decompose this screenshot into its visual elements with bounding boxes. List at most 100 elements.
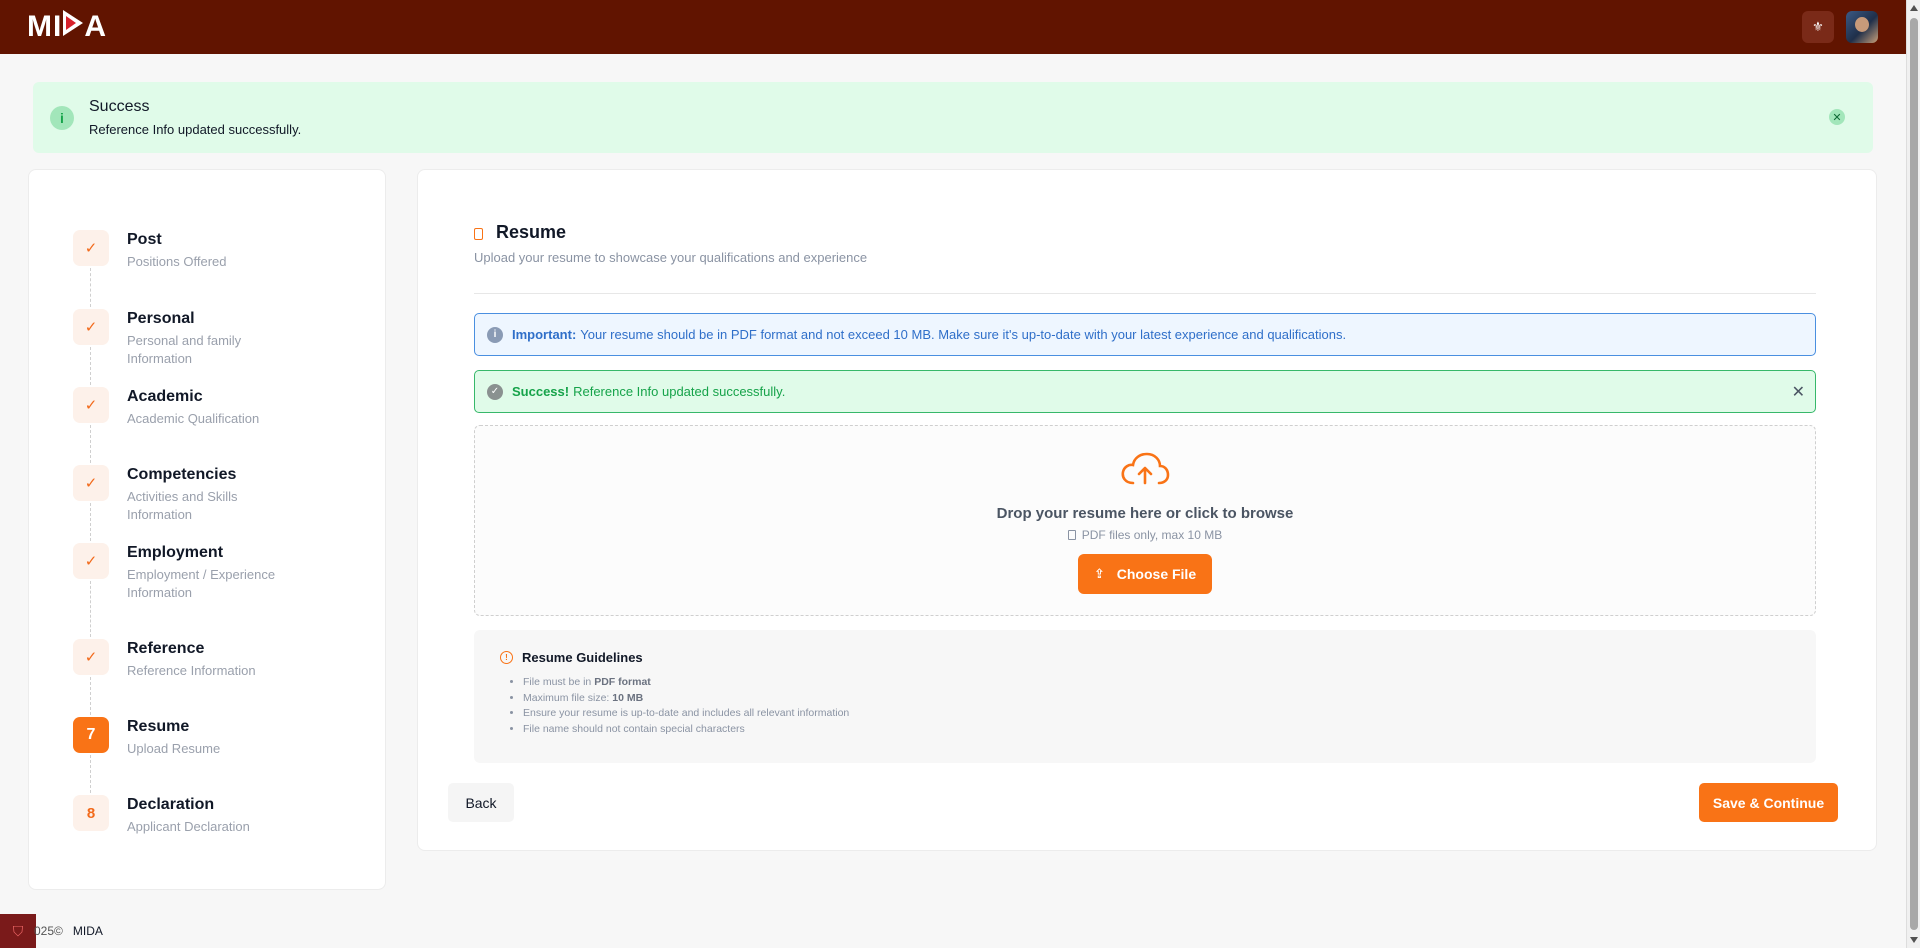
step-text: Competencies Activities and Skills Inform… [127,466,287,524]
step-text: Personal Personal and family Information [127,310,287,368]
divider [474,293,1816,294]
close-icon[interactable]: ✕ [1792,382,1805,402]
header-actions: ⚜ [1802,11,1878,43]
step-text: Employment Employment / Experience Inform… [127,544,287,602]
step-reference[interactable]: ✓ Reference Reference Information [73,639,287,680]
logo-letters: MI [27,10,63,43]
step-text: Post Positions Offered [127,231,287,271]
emblem-icon[interactable]: ⚜ [1802,11,1834,43]
step-competencies[interactable]: ✓ Competencies Activities and Skills Infor… [73,465,287,524]
choose-file-button[interactable]: ⇪ Choose File [1078,554,1212,594]
step-title: Post [127,231,162,248]
important-notice: i Important: Your resume should be in PD… [474,313,1816,356]
step-subtitle: Personal and family Information [127,333,242,366]
resume-dropzone[interactable]: Drop your resume here or click to browse… [474,425,1816,616]
success-notice: ✓ Success! Reference Info updated succes… [474,370,1816,413]
guideline-text: Maximum file size: [523,691,613,704]
logo-text: MI A [27,10,107,44]
alert-circle-icon: ! [500,651,513,664]
scrollbar-thumb[interactable] [1910,18,1918,930]
step-subtitle: Reference Information [127,663,256,678]
footer-brand: MIDA [72,924,103,938]
success-text: Reference Info updated successfully. [573,384,786,399]
footer: ⛉ 025© MIDA [0,914,103,948]
step-text: Declaration Applicant Declaration [127,796,287,836]
step-title: Employment [127,544,224,561]
step-subtitle: Academic Qualification [127,411,260,426]
success-alert-title: Success [89,98,150,115]
section-title: Resume [496,222,567,242]
upload-icon: ⇪ [1093,566,1105,581]
guideline-item: File must be in PDF format [523,675,1790,691]
step-title: Academic [127,388,203,405]
step-declaration[interactable]: 8 Declaration Applicant Declaration [73,795,287,836]
scroll-down-arrow-icon[interactable] [1910,937,1918,943]
guideline-text: File name should not contain special cha… [523,722,745,735]
info-icon: i [50,105,74,130]
step-text: Reference Reference Information [127,640,287,680]
check-icon: ✓ [73,230,109,266]
step-post[interactable]: ✓ Post Positions Offered [73,230,287,271]
guideline-emphasis: 10 MB [612,691,644,704]
guideline-text: File must be in [523,676,595,688]
check-circle-icon: ✓ [487,383,503,400]
guidelines-header: ! Resume Guidelines [500,650,1790,665]
resume-card: Resume Upload your resume to showcase yo… [417,169,1877,851]
important-text: Your resume should be in PDF format and … [580,327,1347,342]
step-employment[interactable]: ✓ Employment Employment / Experience Infor… [73,543,287,602]
guideline-text: Ensure your resume is up-to-date and inc… [523,707,850,719]
step-text: Resume Upload Resume [127,718,287,758]
step-title: Reference [127,640,205,657]
step-connector [90,268,91,307]
logo[interactable]: MI A [27,10,107,44]
cloud-upload-icon [1121,452,1170,485]
guideline-item: File name should not contain special cha… [523,722,1790,738]
step-number: 7 [73,717,109,753]
pdf-icon [1067,530,1076,540]
close-alert-icon[interactable]: ✕ [1829,109,1845,125]
dropzone-hint: PDF files only, max 10 MB [475,528,1815,542]
step-subtitle: Activities and Skills Information [127,489,238,522]
step-connector [90,677,91,715]
guideline-emphasis: PDF format [594,676,651,688]
scroll-up-arrow-icon[interactable] [1910,5,1918,11]
guidelines-list: File must be in PDF formatMaximum file s… [500,675,1790,737]
step-title: Resume [127,718,190,735]
step-resume[interactable]: 7 Resume Upload Resume [73,717,287,758]
step-academic[interactable]: ✓ Academic Academic Qualification [73,387,287,428]
logo-letters: A [84,10,107,43]
page-scrollbar[interactable] [1906,0,1920,948]
progress-stepper: ✓ Post Positions Offered ✓ Personal Personal … [28,169,386,890]
step-personal[interactable]: ✓ Personal Personal and family Information [73,309,287,368]
success-label: Success! [512,384,570,399]
step-connector [90,347,91,385]
step-title: Personal [127,310,195,327]
resume-guidelines: ! Resume Guidelines File must be in PDF … [474,630,1816,763]
step-subtitle: Applicant Declaration [127,819,250,834]
save-continue-button[interactable]: Save & Continue [1699,783,1838,822]
step-connector [90,425,91,463]
dropzone-title: Drop your resume here or click to browse [996,505,1294,522]
top-navbar: MI A ⚜ [0,0,1906,54]
document-icon [474,228,483,240]
guidelines-title: Resume Guidelines [522,650,643,665]
step-connector [90,581,91,637]
guideline-item: Maximum file size: 10 MB [523,691,1790,707]
step-title: Declaration [127,796,215,813]
check-icon: ✓ [73,387,109,423]
info-icon: i [487,326,503,343]
step-title: Competencies [127,466,237,483]
logo-triangle-icon [63,10,84,36]
user-avatar[interactable] [1846,11,1878,43]
important-label: Important: [512,327,577,342]
check-icon: ✓ [73,465,109,501]
section-header: Resume Upload your resume to showcase yo… [474,222,867,265]
check-icon: ✓ [73,543,109,579]
back-button[interactable]: Back [448,783,514,822]
step-subtitle: Employment / Experience Information [127,567,276,600]
dropzone-hint-text: PDF files only, max 10 MB [1081,528,1223,542]
step-connector [90,503,91,541]
success-alert: i Success Reference Info updated success… [33,82,1873,153]
check-icon: ✓ [73,639,109,675]
step-subtitle: Positions Offered [127,254,227,269]
